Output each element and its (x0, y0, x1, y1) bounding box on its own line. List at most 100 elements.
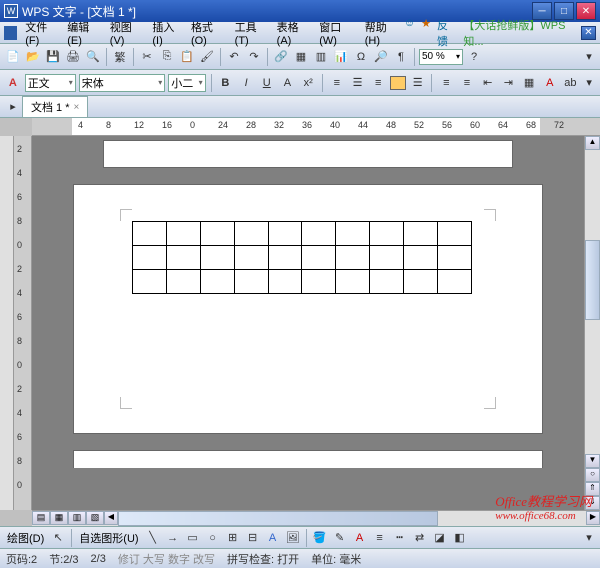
redo-icon[interactable]: ↷ (245, 48, 263, 66)
menu-table[interactable]: 表格(A) (273, 17, 316, 49)
copy-icon[interactable]: ⎘ (158, 48, 176, 66)
scroll-up-icon[interactable]: ▲ (585, 136, 600, 150)
draw-menu[interactable]: 绘图(D) (4, 530, 47, 546)
superscript-icon[interactable]: x² (299, 74, 317, 92)
arrow-style-icon[interactable]: ⇄ (411, 529, 429, 547)
size-combo[interactable]: 小二▾ (168, 74, 205, 92)
toolbar-overflow-icon[interactable]: ▾ (582, 50, 596, 64)
print-icon[interactable]: 🖨 (64, 48, 82, 66)
fmt-overflow-icon[interactable]: ▾ (582, 76, 596, 90)
preview-icon[interactable]: 🔍 (84, 48, 102, 66)
separator (414, 48, 415, 66)
rect-icon[interactable]: ▭ (184, 529, 202, 547)
scroll-thumb[interactable] (585, 240, 600, 320)
style-combo[interactable]: 正文▾ (25, 74, 76, 92)
vertical-scrollbar[interactable]: ▲ ▼ ○ ⇑ ⇓ (584, 136, 600, 510)
autoshape-menu[interactable]: 自选图形(U) (76, 530, 141, 546)
border-icon[interactable]: ▦ (520, 74, 538, 92)
scroll-down-icon[interactable]: ▼ (585, 454, 600, 468)
symbol-icon[interactable]: Ω (352, 48, 370, 66)
shadow-icon[interactable]: ◪ (431, 529, 449, 547)
tab-close-icon[interactable]: × (74, 102, 80, 113)
bullet-list-icon[interactable]: ≡ (458, 74, 476, 92)
traditional-icon[interactable]: 繁 (111, 48, 129, 66)
scroll-left-icon[interactable]: ◀ (104, 511, 118, 525)
page-view-icon[interactable]: ▥ (68, 511, 86, 525)
horizontal-ruler[interactable]: 481216024283236404448525660646872 (32, 118, 600, 136)
draw-overflow-icon[interactable]: ▾ (582, 531, 596, 545)
doc-close-button[interactable]: ✕ (581, 26, 596, 40)
document-area[interactable] (32, 136, 584, 510)
star-icon[interactable]: ★ (421, 17, 431, 49)
picture-icon[interactable]: 🖼 (284, 529, 302, 547)
new-icon[interactable]: 📄 (4, 48, 22, 66)
3d-icon[interactable]: ◧ (451, 529, 469, 547)
vtextbox-icon[interactable]: ⊟ (244, 529, 262, 547)
feedback-link[interactable]: 反馈 (437, 17, 457, 49)
arrow-icon[interactable]: → (164, 529, 182, 547)
line-spacing-icon[interactable]: ☰ (409, 74, 427, 92)
close-button[interactable]: ✕ (576, 2, 596, 20)
menu-window[interactable]: 窗口(W) (315, 17, 360, 49)
menu-help[interactable]: 帮助(H) (361, 17, 404, 49)
bold-icon[interactable]: B (217, 74, 235, 92)
web-view-icon[interactable]: ▧ (86, 511, 104, 525)
font-color-icon[interactable]: A (541, 74, 559, 92)
columns-icon[interactable]: ▥ (312, 48, 330, 66)
line-color-icon[interactable]: ✎ (331, 529, 349, 547)
vertical-ruler[interactable]: 246802468024680 (14, 136, 32, 510)
link-icon[interactable]: 🔗 (272, 48, 290, 66)
select-icon[interactable]: ↖ (49, 529, 67, 547)
content-table[interactable] (132, 221, 472, 294)
indent-inc-icon[interactable]: ⇥ (500, 74, 518, 92)
browse-object-icon[interactable]: ○ (585, 468, 600, 482)
smiley-icon[interactable]: ☺ (404, 17, 415, 49)
document-tab[interactable]: 文档 1 * × (22, 96, 88, 117)
brush-icon[interactable]: 🖌 (198, 48, 216, 66)
underline-icon[interactable]: U (258, 74, 276, 92)
chart-icon[interactable]: 📊 (332, 48, 350, 66)
menu-file[interactable]: 文件(F) (21, 17, 63, 49)
help-icon[interactable]: ? (465, 48, 483, 66)
cut-icon[interactable]: ✂ (138, 48, 156, 66)
oval-icon[interactable]: ○ (204, 529, 222, 547)
highlight-icon[interactable]: ab (562, 74, 580, 92)
menu-tools[interactable]: 工具(T) (231, 17, 273, 49)
font-size-up-icon[interactable]: A (279, 74, 297, 92)
fill-color-icon[interactable]: 🪣 (311, 529, 329, 547)
find-icon[interactable]: 🔎 (372, 48, 390, 66)
indent-dec-icon[interactable]: ⇤ (479, 74, 497, 92)
save-icon[interactable]: 💾 (44, 48, 62, 66)
menu-edit[interactable]: 编辑(E) (63, 17, 106, 49)
show-marks-icon[interactable]: ¶ (392, 48, 410, 66)
tab-list-icon[interactable]: ▸ (4, 98, 22, 116)
dash-style-icon[interactable]: ┅ (391, 529, 409, 547)
highlight-color[interactable] (390, 76, 406, 90)
align-center-icon[interactable]: ☰ (349, 74, 367, 92)
numbered-list-icon[interactable]: ≡ (437, 74, 455, 92)
paste-icon[interactable]: 📋 (178, 48, 196, 66)
align-right-icon[interactable]: ≡ (369, 74, 387, 92)
wordart-icon[interactable]: A (264, 529, 282, 547)
hscroll-thumb[interactable] (118, 511, 438, 526)
table-row (133, 270, 472, 294)
line-icon[interactable]: ╲ (144, 529, 162, 547)
menu-format[interactable]: 格式(O) (187, 17, 231, 49)
menu-view[interactable]: 视图(V) (106, 17, 149, 49)
textbox-icon[interactable]: ⊞ (224, 529, 242, 547)
italic-icon[interactable]: I (237, 74, 255, 92)
outline-view-icon[interactable]: ▦ (50, 511, 68, 525)
normal-view-icon[interactable]: ▤ (32, 511, 50, 525)
menu-insert[interactable]: 插入(I) (148, 17, 187, 49)
font-combo[interactable]: 宋体▾ (79, 74, 165, 92)
align-left-icon[interactable]: ≡ (328, 74, 346, 92)
table-insert-icon[interactable]: ▦ (292, 48, 310, 66)
undo-icon[interactable]: ↶ (225, 48, 243, 66)
font-color-draw-icon[interactable]: A (351, 529, 369, 547)
margin-corner (120, 397, 132, 409)
open-icon[interactable]: 📂 (24, 48, 42, 66)
zoom-combo[interactable]: 50 %▾ (419, 49, 463, 65)
line-style-icon[interactable]: ≡ (371, 529, 389, 547)
promo-link[interactable]: 【大话抢鲜版】WPS知... (463, 17, 576, 49)
style-a-icon[interactable]: A (4, 74, 22, 92)
